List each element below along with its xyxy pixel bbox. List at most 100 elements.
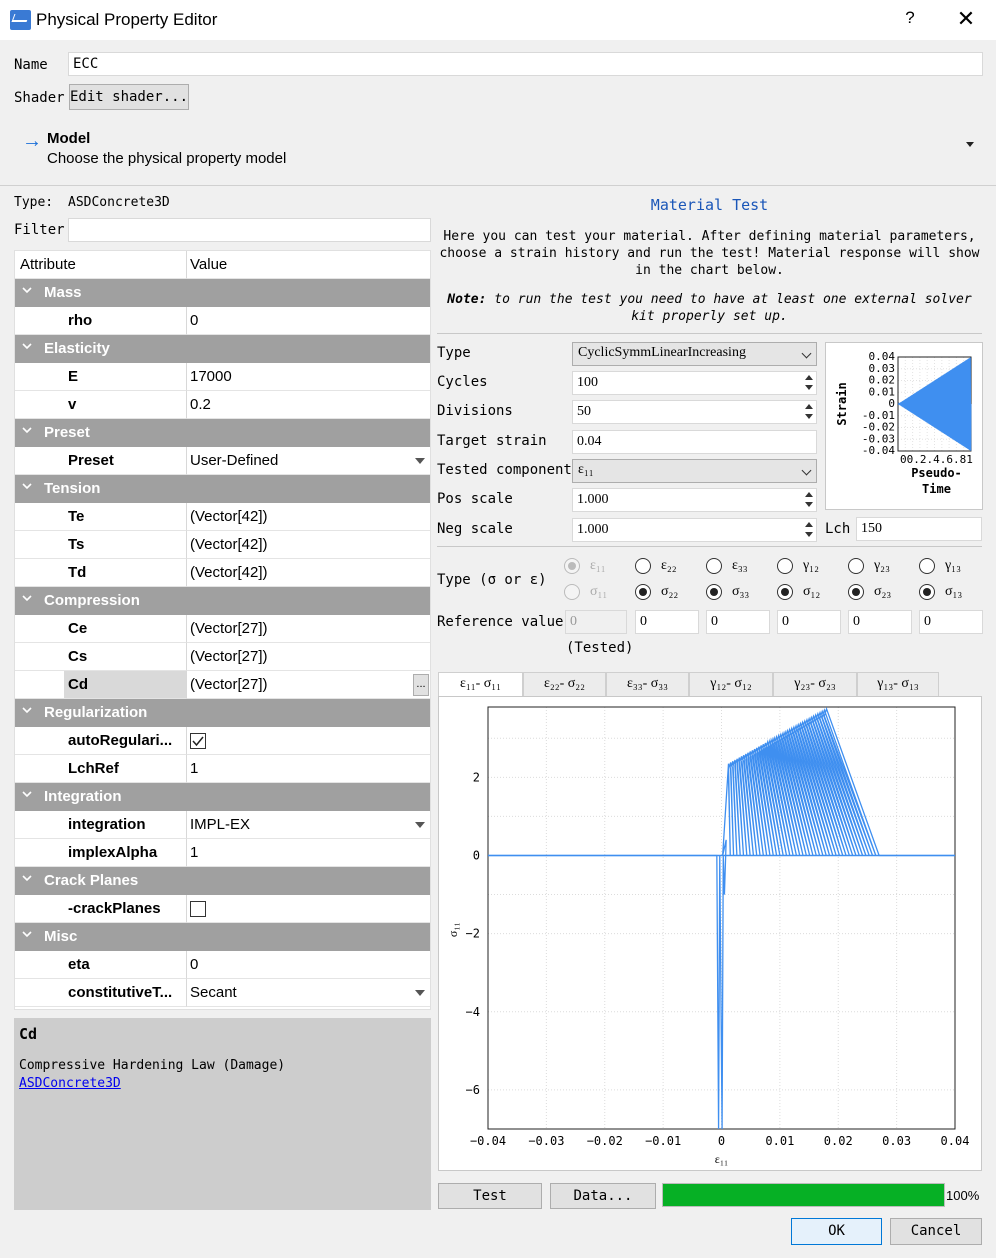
epsilon-radio[interactable]	[777, 558, 793, 574]
chart-tab[interactable]: γ₂₃- σ₂₃	[773, 672, 857, 696]
tested-component-dropdown[interactable]: ε₁₁	[572, 459, 817, 483]
reference-value-input[interactable]: 0	[635, 610, 699, 634]
table-row[interactable]: implexAlpha 1	[15, 839, 430, 867]
reference-value-input[interactable]: 0	[777, 610, 841, 634]
divisions-label: Divisions	[437, 403, 513, 419]
reference-value-input[interactable]: 0	[848, 610, 912, 634]
reference-value-input[interactable]: 0	[919, 610, 983, 634]
auto-regularization-checkbox[interactable]	[190, 733, 206, 749]
attr-value[interactable]: (Vector[42])	[187, 559, 430, 587]
table-row[interactable]: integration IMPL-EX	[15, 811, 430, 839]
attr-value[interactable]: 0.2	[187, 391, 430, 419]
epsilon-radio[interactable]	[848, 558, 864, 574]
radio-label: σ₁₂	[803, 584, 821, 599]
table-row[interactable]: v 0.2	[15, 391, 430, 419]
filter-input[interactable]	[68, 218, 431, 242]
help-button[interactable]: ?	[900, 8, 920, 32]
table-row[interactable]: eta 0	[15, 951, 430, 979]
sigma-radio[interactable]	[848, 584, 864, 600]
reference-value-input[interactable]: 0	[706, 610, 770, 634]
group-preset[interactable]: Preset	[15, 419, 430, 447]
table-row[interactable]: Ce (Vector[27])	[15, 615, 430, 643]
attr-value[interactable]: (Vector[27])	[187, 615, 430, 643]
chart-tab[interactable]: γ₁₂- σ₁₂	[689, 672, 773, 696]
chevron-down-icon	[22, 931, 32, 938]
table-row[interactable]: -crackPlanes	[15, 895, 430, 923]
attr-value[interactable]: (Vector[27])	[187, 643, 430, 671]
x-tick-label: 0	[718, 1134, 725, 1148]
x-tick-label: 0.03	[882, 1134, 911, 1148]
divisions-spinbox[interactable]: 50	[572, 400, 817, 424]
edit-shader-button[interactable]: Edit shader...	[69, 84, 189, 110]
attr-value[interactable]: 0	[187, 307, 430, 335]
attr-value[interactable]: (Vector[27]) ...	[187, 671, 430, 699]
test-button[interactable]: Test	[438, 1183, 542, 1209]
table-row[interactable]: E 17000	[15, 363, 430, 391]
cycles-spinbox[interactable]: 100	[572, 371, 817, 395]
attr-value[interactable]: 17000	[187, 363, 430, 391]
attr-value[interactable]: 1	[187, 839, 430, 867]
target-strain-input[interactable]: 0.04	[572, 430, 817, 454]
header-value: Value	[187, 251, 430, 279]
tested-component-label: Tested component	[437, 462, 572, 478]
table-row[interactable]: Ts (Vector[42])	[15, 531, 430, 559]
crack-planes-checkbox[interactable]	[190, 901, 206, 917]
epsilon-radio[interactable]	[635, 558, 651, 574]
table-row[interactable]: constitutiveT... Secant	[15, 979, 430, 1007]
y-tick-label: −4	[466, 1005, 480, 1019]
close-icon[interactable]: ✕	[955, 6, 977, 32]
attr-value[interactable]: (Vector[42])	[187, 531, 430, 559]
sigma-radio[interactable]	[919, 584, 935, 600]
attr-value[interactable]: (Vector[42])	[187, 503, 430, 531]
sigma-radio[interactable]	[777, 584, 793, 600]
spinner-arrows-icon[interactable]	[802, 372, 816, 394]
group-elasticity[interactable]: Elasticity	[15, 335, 430, 363]
table-row[interactable]: LchRef 1	[15, 755, 430, 783]
group-regularization[interactable]: Regularization	[15, 699, 430, 727]
pos-scale-spinbox[interactable]: 1.000	[572, 488, 817, 512]
group-misc[interactable]: Misc	[15, 923, 430, 951]
table-row[interactable]: Td (Vector[42])	[15, 559, 430, 587]
spinner-arrows-icon[interactable]	[802, 401, 816, 423]
table-row[interactable]: Cs (Vector[27])	[15, 643, 430, 671]
chart-tab[interactable]: γ₁₃- σ₁₃	[857, 672, 939, 696]
sigma-radio[interactable]	[635, 584, 651, 600]
spinbox-value: 1.000	[577, 492, 609, 507]
description-link[interactable]: ASDConcrete3D	[19, 1076, 121, 1091]
model-selector[interactable]: → Model Choose the physical property mod…	[0, 118, 996, 186]
attr-value[interactable]: 0	[187, 951, 430, 979]
ok-button[interactable]: OK	[791, 1218, 882, 1245]
preset-dropdown[interactable]: User-Defined	[187, 447, 430, 475]
table-row[interactable]: autoRegulari...	[15, 727, 430, 755]
strain-history-plot: 0.040.030.020.010-0.01-0.02-0.03-0.0400.…	[835, 350, 973, 496]
attr-value[interactable]: 1	[187, 755, 430, 783]
spinner-arrows-icon[interactable]	[802, 519, 816, 541]
epsilon-radio[interactable]	[706, 558, 722, 574]
epsilon-radio[interactable]	[564, 558, 580, 574]
spinner-arrows-icon[interactable]	[802, 489, 816, 511]
group-compression[interactable]: Compression	[15, 587, 430, 615]
chart-tab[interactable]: ε₁₁- σ₁₁	[438, 672, 523, 698]
group-integration[interactable]: Integration	[15, 783, 430, 811]
group-tension[interactable]: Tension	[15, 475, 430, 503]
data-button[interactable]: Data...	[550, 1183, 656, 1209]
neg-scale-spinbox[interactable]: 1.000	[572, 518, 817, 542]
epsilon-radio[interactable]	[919, 558, 935, 574]
integration-dropdown[interactable]: IMPL-EX	[187, 811, 430, 839]
constitutive-dropdown[interactable]: Secant	[187, 979, 430, 1007]
sigma-radio[interactable]	[564, 584, 580, 600]
table-row[interactable]: rho 0	[15, 307, 430, 335]
lch-input[interactable]: 150	[856, 517, 982, 541]
cancel-button[interactable]: Cancel	[890, 1218, 982, 1245]
test-type-dropdown[interactable]: CyclicSymmLinearIncreasing	[572, 342, 817, 366]
table-row[interactable]: Preset User-Defined	[15, 447, 430, 475]
table-row[interactable]: Te (Vector[42])	[15, 503, 430, 531]
chart-tab[interactable]: ε₃₃- σ₃₃	[606, 672, 689, 696]
sigma-radio[interactable]	[706, 584, 722, 600]
name-input[interactable]: ECC	[68, 52, 983, 76]
table-row-selected[interactable]: Cd (Vector[27]) ...	[15, 671, 430, 699]
group-crack-planes[interactable]: Crack Planes	[15, 867, 430, 895]
chart-tab[interactable]: ε₂₂- σ₂₂	[523, 672, 606, 696]
edit-vector-button[interactable]: ...	[413, 674, 429, 696]
group-mass[interactable]: Mass	[15, 279, 430, 307]
